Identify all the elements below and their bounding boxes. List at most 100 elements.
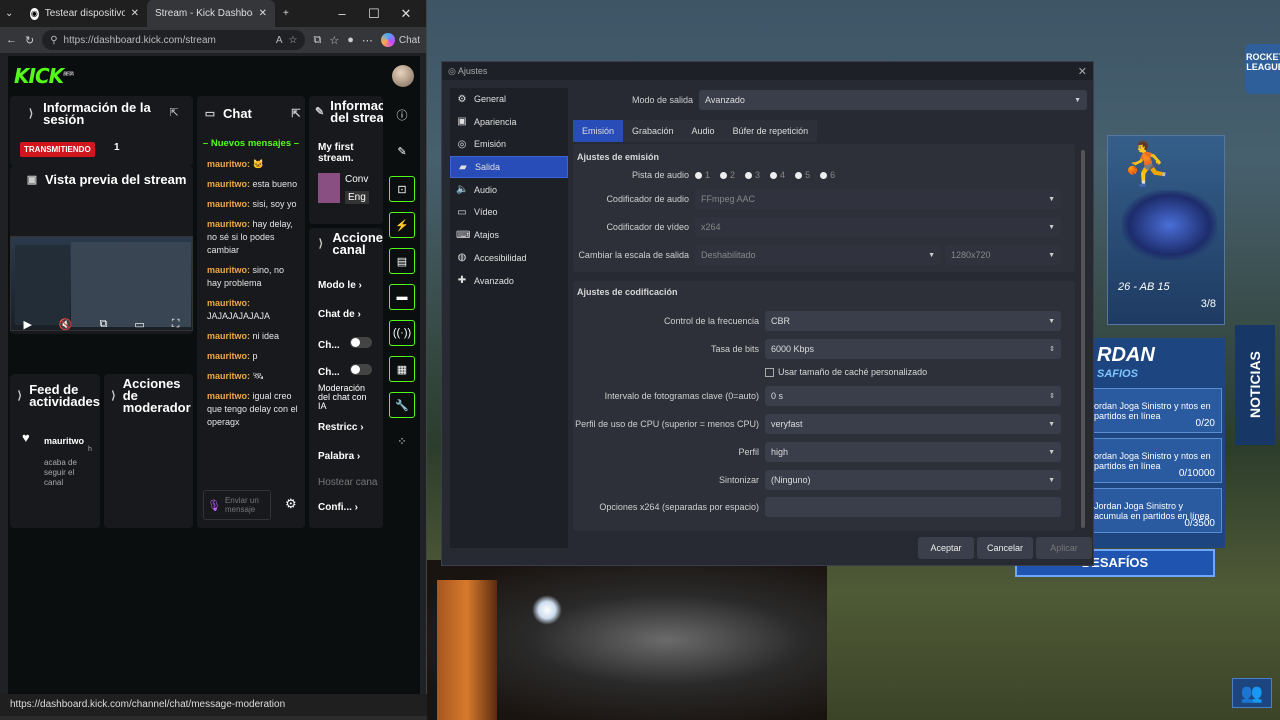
chat-message[interactable]: mauritwo: p — [207, 350, 301, 363]
tab-streaming[interactable]: Emisión — [573, 120, 624, 142]
layout-icon[interactable]: ▦ — [389, 356, 415, 382]
action-row[interactable]: Ch... — [318, 364, 373, 378]
nav-hotkeys[interactable]: ⌨ Atajos — [450, 224, 568, 246]
profile-icon[interactable]: ● — [347, 34, 354, 46]
accept-button[interactable]: Aceptar — [918, 537, 974, 559]
nav-output[interactable]: ▰ Salida — [450, 156, 568, 179]
chat-user[interactable]: mauritwo: — [207, 265, 250, 275]
apply-button[interactable]: Aplicar — [1036, 537, 1092, 559]
bitrate-spinbox[interactable]: 6000 Kbps ⇕ — [765, 339, 1061, 359]
popout-icon[interactable]: ⇱ — [167, 106, 181, 120]
chat-message[interactable]: mauritwo: sino, no hay problema — [207, 264, 301, 290]
maximize-icon[interactable]: ☐ — [358, 0, 390, 27]
audio-track-radio[interactable]: 2 — [720, 170, 735, 180]
tab-audio[interactable]: Audio — [682, 120, 724, 142]
pip-icon[interactable]: ⧉ — [100, 318, 108, 331]
chat-input[interactable]: 🎙 Enviar un mensaje — [203, 490, 271, 520]
site-info-icon[interactable]: ⚲ — [50, 35, 57, 46]
friends-icon[interactable]: 👥 — [1232, 678, 1272, 708]
popout-icon[interactable]: ⇱ — [289, 107, 303, 121]
audio-track-radio[interactable]: 6 — [820, 170, 835, 180]
news-tab[interactable]: NOTICIAS — [1235, 325, 1275, 445]
tab-kick-dashboard[interactable]: Stream - Kick Dashboard ✕ — [8, 0, 275, 68]
message-icon[interactable]: ▬ — [389, 284, 415, 310]
kick-logo[interactable]: KICKBETA — [14, 64, 74, 88]
toggle-switch[interactable] — [350, 337, 373, 348]
edit-icon[interactable]: ✎ — [389, 138, 415, 164]
chat-message[interactable]: mauritwo: 🐱 — [207, 158, 301, 171]
clip-icon[interactable]: ⊡ — [389, 176, 415, 202]
more-icon[interactable]: ⁘ — [389, 428, 415, 454]
chat-user[interactable]: mauritwo: — [207, 199, 250, 209]
close-tab-icon[interactable]: ✕ — [259, 8, 267, 19]
audio-track-radio[interactable]: 3 — [745, 170, 760, 180]
spin-arrows-icon[interactable]: ⇕ — [1049, 392, 1055, 400]
action-row[interactable]: Chat de › — [318, 309, 361, 320]
drag-handle-icon[interactable]: ⟩ — [110, 389, 117, 403]
settings-scrollbar[interactable] — [1081, 150, 1085, 528]
chat-message[interactable]: mauritwo: esta bueno — [207, 178, 301, 191]
tab-wifi-test[interactable]: ◉ Testear dispositivos WiFi ✕ — [22, 0, 147, 27]
checkbox[interactable] — [765, 367, 774, 377]
cancel-button[interactable]: Cancelar — [977, 537, 1033, 559]
chat-user[interactable]: mauritwo: — [207, 391, 250, 401]
info-icon[interactable]: ⓘ — [389, 102, 415, 128]
broadcast-icon[interactable]: ((·)) — [389, 320, 415, 346]
chat-message[interactable]: mauritwo: sisi, soy yo — [207, 198, 301, 211]
rate-control-select[interactable]: CBR ▼ — [765, 311, 1061, 331]
action-row[interactable]: Restricc › — [318, 422, 364, 433]
action-row[interactable]: Palabra › — [318, 451, 360, 462]
chat-message[interactable]: mauritwo: 🛰 — [207, 370, 301, 383]
toggle-switch[interactable] — [350, 364, 373, 375]
action-row[interactable]: Confi... › — [318, 502, 358, 513]
action-row[interactable]: Moderación del chat con IA — [318, 384, 374, 411]
challenge-row[interactable]: ordan Joga Sinistro y ntos en partidos e… — [1087, 388, 1222, 433]
avatar[interactable] — [392, 65, 414, 87]
back-icon[interactable]: ← — [6, 34, 17, 46]
chat-message[interactable]: mauritwo: hay delay, no sé si lo podes c… — [207, 218, 301, 257]
drag-handle-icon[interactable]: ⟩ — [315, 237, 326, 251]
chat-user[interactable]: mauritwo: — [207, 159, 250, 169]
action-row[interactable]: Modo le › — [318, 280, 362, 291]
address-bar[interactable]: ⚲ https://dashboard.kick.com/stream A ☆ — [42, 30, 306, 50]
close-window-icon[interactable]: ✕ — [390, 0, 422, 27]
nav-general[interactable]: ⚙ General — [450, 88, 568, 110]
chat-user[interactable]: mauritwo: — [207, 351, 250, 361]
document-icon[interactable]: ▤ — [389, 248, 415, 274]
chat-user[interactable]: mauritwo: — [207, 219, 250, 229]
tab-replay-buffer[interactable]: Búfer de repetición — [723, 120, 818, 142]
chat-user[interactable]: mauritwo: — [207, 298, 250, 308]
nav-stream[interactable]: ◎ Emisión — [450, 133, 568, 155]
chat-message[interactable]: mauritwo: igual creo que tengo delay con… — [207, 390, 301, 429]
more-menu-icon[interactable]: ⋯ — [362, 34, 373, 47]
fullscreen-icon[interactable]: ⛶ — [172, 318, 180, 331]
minimize-icon[interactable]: – — [326, 0, 358, 27]
cpu-preset-select[interactable]: veryfast ▼ — [765, 414, 1061, 434]
tune-select[interactable]: (Ninguno) ▼ — [765, 470, 1061, 490]
challenge-row[interactable]: ordan Joga Sinistro y ntos en partidos e… — [1087, 438, 1222, 483]
tab-list-button[interactable]: ⌄ — [0, 0, 22, 27]
nav-appearance[interactable]: ▣ Apariencia — [450, 111, 568, 133]
challenge-row[interactable]: Jordan Joga Sinistro y acumula en partid… — [1087, 488, 1222, 533]
chat-user[interactable]: mauritwo: — [207, 331, 250, 341]
chat-message[interactable]: mauritwo: JAJAJAJAJAJA — [207, 297, 301, 323]
play-icon[interactable]: ▶ — [23, 318, 31, 331]
nav-accessibility[interactable]: ◍ Accesibilidad — [450, 247, 568, 269]
keyframe-spinbox[interactable]: 0 s ⇕ — [765, 386, 1061, 406]
custom-buffer-checkbox[interactable]: Usar tamaño de caché personalizado — [765, 367, 927, 377]
close-tab-icon[interactable]: ✕ — [131, 8, 139, 19]
copilot-chat-button[interactable]: Chat — [380, 33, 420, 47]
chat-settings-gear-icon[interactable]: ⚙ — [285, 496, 297, 512]
extensions-icon[interactable]: ⧉ — [313, 34, 321, 47]
audio-track-radio[interactable]: 5 — [795, 170, 810, 180]
drag-handle-icon[interactable]: ⟩ — [25, 107, 37, 121]
chat-message[interactable]: mauritwo: ni idea — [207, 330, 301, 343]
spin-arrows-icon[interactable]: ⇕ — [1049, 345, 1055, 353]
lightning-icon[interactable]: ⚡ — [389, 212, 415, 238]
audio-track-radio[interactable]: 1 — [695, 170, 710, 180]
audio-encoder-select[interactable]: FFmpeg AAC ▼ — [695, 189, 1061, 209]
reload-icon[interactable]: ↻ — [25, 34, 34, 47]
rescale-select[interactable]: Deshabilitado ▼ — [695, 245, 941, 265]
action-row[interactable]: Hostear cana — [318, 477, 377, 488]
read-aloud-icon[interactable]: A — [276, 35, 283, 46]
